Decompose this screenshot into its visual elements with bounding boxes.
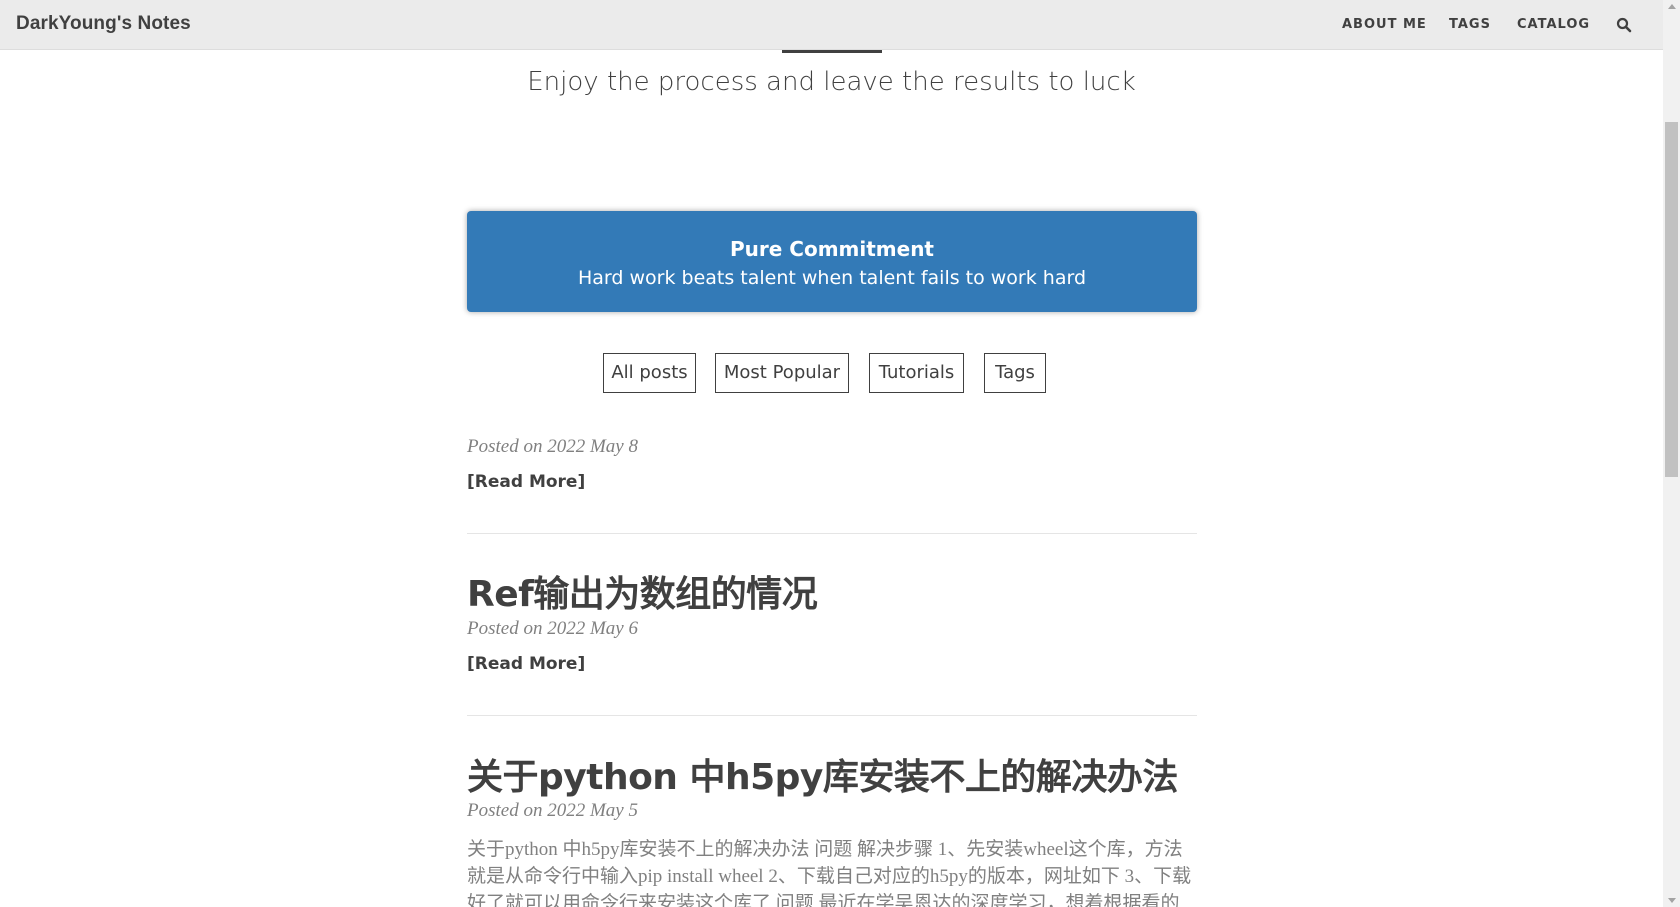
nav-tags[interactable]: TAGS <box>1449 17 1491 32</box>
top-navbar: DarkYoung's Notes ABOUT ME TAGS CATALOG <box>0 0 1663 50</box>
read-more-link[interactable]: [Read More] <box>467 654 585 674</box>
filter-tutorials-button[interactable]: Tutorials <box>869 353 964 393</box>
post-excerpt: 关于python 中h5py库安装不上的解决办法 问题 解决步骤 1、先安装wh… <box>467 839 1192 907</box>
scroll-up-arrow-icon[interactable] <box>1668 4 1676 9</box>
post-date: Posted on 2022 May 8 <box>467 436 638 457</box>
post-divider <box>467 533 1197 534</box>
filter-most-popular-button[interactable]: Most Popular <box>715 353 849 393</box>
nav-catalog[interactable]: CATALOG <box>1517 17 1590 32</box>
nav-about-me[interactable]: ABOUT ME <box>1342 17 1427 32</box>
post-divider <box>467 715 1197 716</box>
motto-card: Pure Commitment Hard work beats talent w… <box>467 211 1197 312</box>
post-title[interactable]: Ref输出为数组的情况 <box>467 565 818 617</box>
site-brand[interactable]: DarkYoung's Notes <box>16 13 191 35</box>
read-more-link[interactable]: [Read More] <box>467 472 585 492</box>
browser-viewport: DarkYoung's Notes ABOUT ME TAGS CATALOG … <box>0 0 1663 907</box>
post-date: Posted on 2022 May 5 <box>467 800 638 821</box>
vertical-scrollbar[interactable] <box>1663 0 1680 907</box>
scroll-down-arrow-icon[interactable] <box>1668 898 1676 903</box>
search-icon[interactable] <box>1616 17 1632 33</box>
post-date: Posted on 2022 May 6 <box>467 618 638 639</box>
post-title[interactable]: 关于python 中h5py库安装不上的解决办法 <box>467 748 1178 800</box>
site-subheading: Enjoy the process and leave the results … <box>527 67 1136 97</box>
motto-text: Hard work beats talent when talent fails… <box>577 267 1087 289</box>
scrollbar-thumb[interactable] <box>1665 122 1678 477</box>
filter-tags-button[interactable]: Tags <box>984 353 1046 393</box>
motto-title: Pure Commitment <box>729 237 934 261</box>
filter-all-posts-button[interactable]: All posts <box>603 353 696 393</box>
